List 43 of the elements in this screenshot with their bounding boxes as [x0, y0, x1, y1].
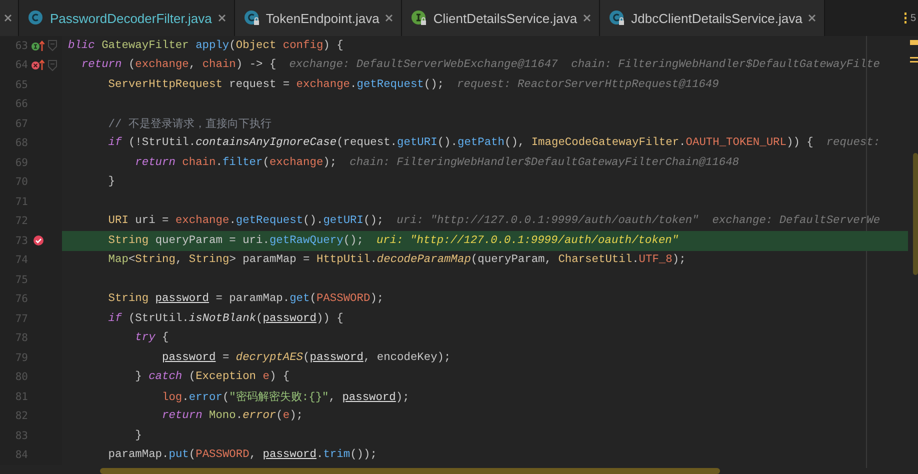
breakpoint-up-arrow-icon[interactable] [31, 59, 45, 72]
close-icon[interactable] [218, 14, 226, 22]
editor-tab[interactable]: TokenEndpoint.java [234, 0, 402, 36]
code-line: blic GatewayFilter apply(Object config) { [68, 40, 344, 52]
inline-debug-value: uri: "http://127.0.0.1:9999/auth/oauth/token" [376, 234, 679, 247]
code-line: if (!StrUtil.containsAnyIgnoreCase(request.getURI().getPath(), ImageCodeGatewayFilter.OAUTH_TOKEN_URL)) { [107, 137, 814, 150]
warning-marker-icon [910, 57, 918, 63]
warning-marker-icon [910, 40, 918, 45]
editor-tab[interactable]: JdbcClientDetailsService.java [600, 0, 826, 36]
editor-tab[interactable]: ClientDetailsService.java [402, 0, 600, 36]
tab-overflow-count: 5 [910, 12, 916, 24]
code-line: URI uri = exchange.getRequest().getURI(); [107, 215, 384, 228]
inline-debug-value: exchange: DefaultServerWebExchange@11647 chain: FilteringWebHandler$DefaultGatewayFilte [289, 59, 880, 72]
close-icon[interactable] [583, 14, 592, 22]
inline-debug-value: chain: FilteringWebHandler$DefaultGatewayFilterChain@11648 [350, 156, 739, 169]
code-line: paramMap.put(PASSWORD, password.trim()); [107, 449, 377, 462]
code-line: log.error("密码解密失败:{}", password); [161, 390, 410, 404]
horizontal-scrollbar-thumb[interactable] [100, 468, 720, 474]
code-line: try { [134, 332, 169, 344]
code-line: return chain.filter(exchange); [134, 156, 337, 169]
code-line: return (exchange, chain) -> { [80, 59, 276, 72]
editor-tab[interactable]: PasswordDecoderFilter.java [19, 0, 235, 36]
scrollbar-thumb[interactable] [913, 153, 918, 275]
code-line: password = decryptAES(password, encodeKey); [161, 352, 451, 364]
inline-debug-value: request: [826, 137, 880, 150]
close-icon[interactable] [808, 14, 816, 22]
more-icon[interactable] [904, 12, 908, 24]
code-line: ServerHttpRequest request = exchange.getRequest(); [107, 78, 444, 91]
breakpoint-icon[interactable] [32, 235, 44, 246]
code-line: String password = paramMap.get(PASSWORD); [107, 293, 384, 306]
code-line: if (StrUtil.isNotBlank(password)) { [107, 312, 344, 325]
inline-debug-value: request: ReactorServerHttpRequest@11649 [457, 78, 719, 91]
code-comment: // 不是登录请求，直接向下执行 [107, 116, 272, 132]
code-line: } [134, 430, 142, 442]
code-line: String queryParam = uri.getRawQuery(); [107, 234, 364, 247]
code-line: } [107, 176, 116, 188]
close-icon[interactable] [4, 14, 12, 22]
code-line: Map<String, String> paramMap = HttpUtil.decodeParamMap(queryParam, CharsetUtil.UTF_8); [107, 254, 686, 266]
inline-debug-value: uri: "http://127.0.0.1:9999/auth/oauth/token" exchange: DefaultServerWe [396, 215, 880, 228]
close-icon[interactable] [385, 14, 394, 22]
code-line: } catch (Exception e) { [134, 371, 290, 384]
implements-up-arrow-icon[interactable] [31, 40, 45, 52]
code-line: return Mono.error(e); [161, 410, 304, 422]
